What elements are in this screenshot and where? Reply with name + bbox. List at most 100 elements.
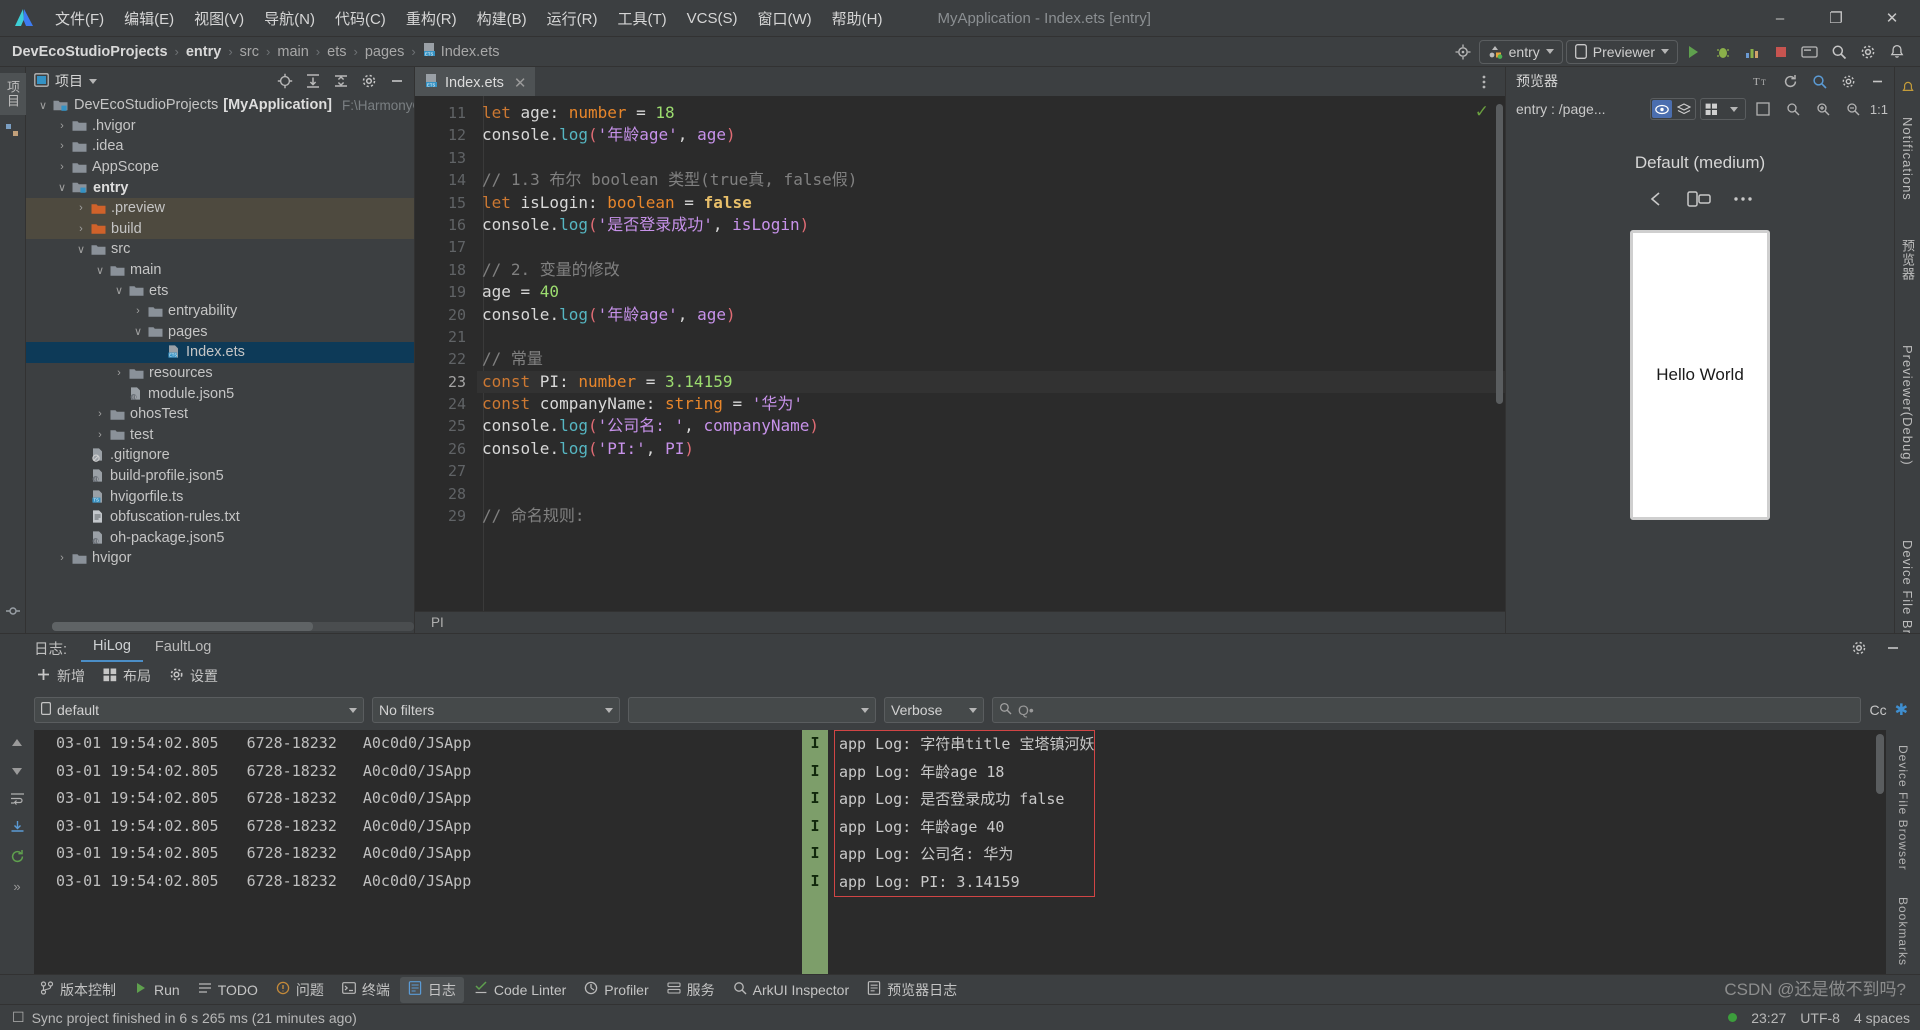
tree-row[interactable]: ∨ main [26,260,414,281]
status-right[interactable]: 23:27 UTF-8 4 spaces [1728,1010,1910,1026]
scroll-down-icon[interactable] [10,764,24,782]
log-left-rail[interactable]: » [0,730,34,974]
minimize-button[interactable]: – [1752,0,1808,37]
status-indent[interactable]: 4 spaces [1854,1010,1910,1026]
level-filter-select[interactable]: Verbose [884,697,984,723]
more-options-icon[interactable] [1471,70,1497,94]
chevron-down-icon[interactable] [861,707,869,713]
structure-icon[interactable] [5,123,20,143]
menu-run[interactable]: 运行(R) [538,4,607,33]
code-line[interactable]: // 常量 [482,348,1505,370]
frame-icon[interactable] [1750,97,1776,121]
code-line[interactable]: console.log('年龄age', age) [482,124,1505,146]
menu-navigate[interactable]: 导航(N) [255,4,324,33]
more-rail-icon[interactable]: » [13,879,20,894]
tool-window-service[interactable]: 服务 [659,977,723,1003]
tool-window-inspector[interactable]: ArkUI Inspector [725,978,857,1001]
zoom-fit-icon[interactable] [1780,97,1806,121]
project-file-tree[interactable]: ∨ DevEcoStudioProjects [MyApplication] F:\H… [26,95,414,633]
menu-refactor[interactable]: 重构(R) [397,4,466,33]
menu-build[interactable]: 构建(B) [468,4,536,33]
notifications-rail-icon[interactable] [1901,81,1915,100]
chevron-right-icon[interactable]: › [55,120,69,132]
code-line[interactable]: let age: number = 18 [482,102,1505,124]
project-h-scrollbar[interactable] [52,622,414,631]
chevron-down-icon[interactable] [605,707,613,713]
menu-help[interactable]: 帮助(H) [823,4,892,33]
chevron-down-icon[interactable]: ∨ [131,325,145,338]
process-filter-select[interactable]: No filters [372,697,620,723]
code-line[interactable]: const PI: number = 3.14159 [477,370,1505,394]
previewer-subbar-actions[interactable]: 1:1 [1649,97,1888,121]
breadcrumb-item-4[interactable]: ets [327,44,346,60]
collapse-all-icon[interactable] [328,69,354,93]
breadcrumb-item-1[interactable]: entry [186,44,221,60]
tree-row[interactable]: › hvigor [26,548,414,569]
close-button[interactable]: ✕ [1864,0,1920,37]
tree-row[interactable]: › entryability [26,301,414,322]
chevron-down-icon[interactable] [969,707,977,713]
chevron-down-icon[interactable] [1661,49,1669,54]
tool-window-preview-log[interactable]: 预览器日志 [859,977,965,1003]
tool-window-strip[interactable]: 版本控制 Run TODO 问题 终端 日志 Code Linter Profiler 服务 Ar… [0,974,1920,1004]
chevron-down-icon[interactable] [1545,49,1554,54]
log-scrollbar[interactable] [1876,734,1884,794]
log-search-input[interactable]: Q• [992,697,1862,723]
profile-icon[interactable] [1739,40,1765,64]
chevron-right-icon[interactable]: › [131,305,145,317]
tree-row[interactable]: TS hvigorfile.ts [26,486,414,507]
log-action-bar[interactable]: 新增 布局 设置 [0,662,1920,690]
tree-row[interactable]: › .preview [26,197,414,219]
chevron-down-icon[interactable] [89,78,97,84]
menu-window[interactable]: 窗口(W) [748,4,820,33]
font-size-icon[interactable]: TT [1748,69,1774,93]
tool-window-terminal[interactable]: 终端 [334,977,398,1003]
menu-bar[interactable]: 文件(F) 编辑(E) 视图(V) 导航(N) 代码(C) 重构(R) 构建(B… [46,4,891,33]
chevron-down-icon[interactable]: ∨ [74,243,88,256]
chevron-right-icon[interactable]: › [55,140,69,152]
chevron-right-icon[interactable]: › [74,223,88,235]
device-preview-frame[interactable]: Hello World [1630,230,1770,520]
tree-row[interactable]: ∨ entry [26,177,414,198]
tool-window-profiler[interactable]: Profiler [576,978,656,1001]
locate-file-icon[interactable] [272,69,298,93]
tool-window-linter[interactable]: Code Linter [466,978,574,1001]
main-toolbar[interactable]: entry Previewer [1450,39,1920,64]
chevron-down-icon[interactable] [349,707,357,713]
tool-window-problems[interactable]: 问题 [268,977,332,1003]
code-line[interactable] [482,460,1505,482]
chevron-down-icon[interactable]: ∨ [112,284,126,297]
editor-footer-breadcrumb[interactable]: PI [415,611,1505,633]
project-panel-title[interactable]: 项目 [34,71,97,91]
chevron-right-icon[interactable]: › [74,202,88,214]
save-log-icon[interactable] [10,820,25,839]
tree-row[interactable]: {} module.json5 [26,383,414,404]
tree-row[interactable]: obfuscation-rules.txt [26,507,414,528]
menu-view[interactable]: 视图(V) [185,4,253,33]
tree-row[interactable]: › build [26,218,414,240]
log-layout-button[interactable]: 布局 [103,666,151,686]
tree-row[interactable]: › ohosTest [26,404,414,425]
eye-icon[interactable] [1651,100,1672,118]
tab-faultlog[interactable]: FaultLog [143,635,223,661]
regex-toggle[interactable]: ✱ [1895,700,1908,720]
stop-icon[interactable] [1768,40,1794,64]
tree-row[interactable]: › test [26,425,414,446]
grid-icon[interactable] [1702,100,1722,118]
code-line[interactable]: console.log('PI:', PI) [482,438,1505,460]
chevron-right-icon[interactable]: › [112,367,126,379]
tree-row[interactable]: ∨ pages [26,322,414,343]
breadcrumb-item-2[interactable]: src [240,44,259,60]
tree-row[interactable]: › resources [26,363,414,384]
breadcrumb-item-0[interactable]: DevEcoStudioProjects [12,44,168,60]
previewer-path-label[interactable]: entry : /page... [1516,101,1606,117]
soft-wrap-icon[interactable] [10,792,25,810]
tool-window-log[interactable]: 日志 [399,976,464,1003]
close-icon[interactable]: ✕ [514,74,527,92]
tool-window-run[interactable]: Run [126,978,188,1001]
log-settings-button[interactable]: 设置 [169,666,218,686]
device-filter-select[interactable]: default [34,697,364,723]
menu-file[interactable]: 文件(F) [46,4,113,33]
code-editor[interactable]: 11 12 13 14 15 16 17 18 19 20 21 22 23 24 25 26 27 28 29 l… [415,96,1505,611]
chevron-down-icon[interactable]: ∨ [55,181,69,194]
